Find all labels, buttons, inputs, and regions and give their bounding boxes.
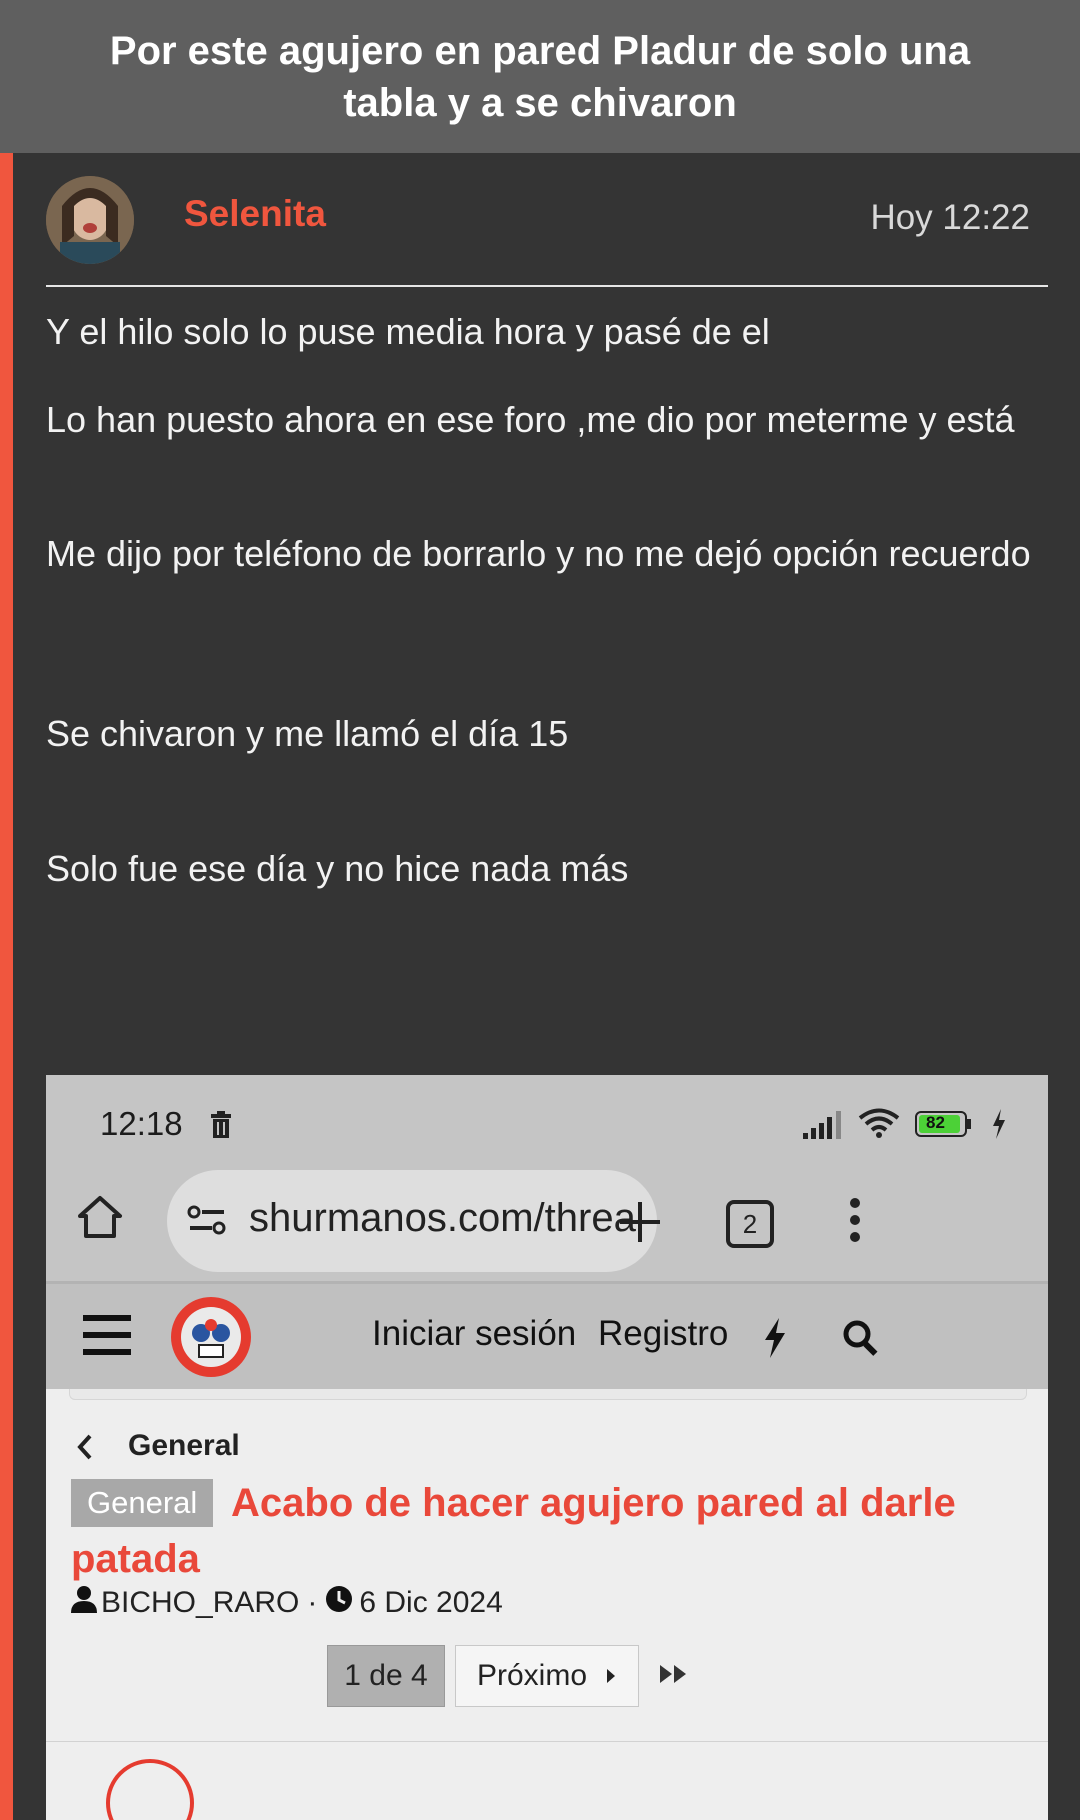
tabs-button[interactable]: 2: [726, 1200, 774, 1248]
charging-icon: [991, 1109, 1007, 1144]
paragraph: Solo fue ese día y no hice nada más: [46, 848, 629, 889]
battery-level: 82: [926, 1113, 945, 1132]
url-text[interactable]: shurmanos.com/threa: [249, 1196, 647, 1241]
embedded-screenshot[interactable]: 12:18 82 shurmanos.com/threa 2 Iniciar s…: [46, 1075, 1048, 1820]
site-settings-icon[interactable]: [187, 1204, 227, 1241]
url-bar[interactable]: shurmanos.com/threa: [167, 1170, 657, 1272]
site-nav: Iniciar sesión Registro: [46, 1281, 1048, 1392]
category-tag[interactable]: General: [71, 1479, 214, 1527]
avatar[interactable]: [46, 176, 134, 264]
last-page-icon[interactable]: [658, 1663, 690, 1690]
username[interactable]: Selenita: [184, 193, 326, 235]
top-bar: Por este agujero en pared Pladur de solo…: [0, 0, 1080, 153]
signal-icon: [803, 1109, 849, 1144]
search-icon[interactable]: [841, 1318, 881, 1363]
thread-meta: BICHO_RARO · 6 Dic 2024: [71, 1585, 503, 1621]
thread-title[interactable]: Acabo de hacer agujero pared al darle pa…: [71, 1475, 1031, 1587]
bolt-icon[interactable]: [763, 1318, 787, 1363]
page-card-edge: [69, 1389, 1027, 1400]
paragraph: Lo han puesto ahora en ese foro ,me dio …: [46, 399, 1015, 440]
wifi-icon: [858, 1107, 900, 1144]
status-time: 12:18: [100, 1105, 183, 1142]
trash-icon: [209, 1111, 233, 1144]
user-icon: [71, 1585, 97, 1621]
thread-author[interactable]: BICHO_RARO: [101, 1586, 299, 1620]
divider: [46, 285, 1048, 287]
chevron-left-icon[interactable]: [76, 1433, 94, 1466]
status-bar: 12:18 82: [46, 1075, 1048, 1170]
paragraph: Me dijo por teléfono de borrarlo y no me…: [46, 533, 1031, 574]
paragraph: Y el hilo solo lo puse media hora y pasé…: [46, 311, 770, 352]
next-page-button[interactable]: Próximo: [455, 1645, 639, 1707]
post-time: Hoy 12:22: [870, 198, 1030, 237]
site-logo-icon[interactable]: [169, 1295, 253, 1384]
hamburger-icon[interactable]: [83, 1311, 131, 1364]
caret-right-icon: [605, 1659, 617, 1693]
browser-toolbar: shurmanos.com/threa 2: [46, 1170, 1048, 1272]
page-indicator-label: 1 de 4: [344, 1659, 428, 1692]
home-icon[interactable]: [76, 1192, 124, 1245]
paragraph: Se chivaron y me llamó el día 15: [46, 713, 569, 754]
breadcrumb[interactable]: General: [128, 1429, 240, 1463]
thread-heading: Por este agujero en pared Pladur de solo…: [109, 28, 971, 125]
accent-bar: [0, 153, 13, 1820]
meta-separator: ·: [307, 1586, 318, 1619]
next-post-avatar: [106, 1759, 194, 1820]
thread-date: 6 Dic 2024: [359, 1586, 503, 1619]
thread-page: General Acabo de hacer agujero pared al …: [46, 1389, 1048, 1820]
next-page-label: Próximo: [476, 1659, 588, 1692]
tabs-count: 2: [742, 1208, 758, 1239]
post-separator: [46, 1741, 1048, 1742]
clock-icon: [325, 1585, 353, 1621]
page-indicator[interactable]: 1 de 4: [327, 1645, 445, 1707]
post: Selenita Hoy 12:22 Y el hilo solo lo pus…: [13, 153, 1080, 1820]
more-menu-icon[interactable]: [849, 1198, 861, 1247]
login-link[interactable]: Iniciar sesión: [372, 1314, 576, 1354]
new-tab-icon[interactable]: [618, 1200, 662, 1249]
register-link[interactable]: Registro: [598, 1314, 728, 1354]
